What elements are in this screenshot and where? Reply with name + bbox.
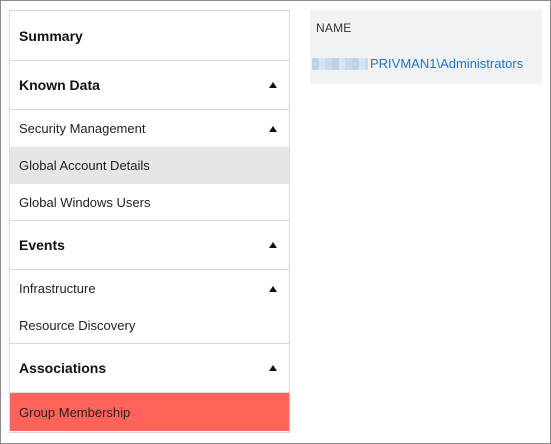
sidebar-item-label: Infrastructure (19, 281, 96, 296)
section-header-associations[interactable]: Associations (10, 344, 289, 393)
results-panel: NAME PRIVMAN1\Administrators (310, 10, 542, 84)
sidebar-item-group-membership[interactable]: Group Membership (10, 393, 289, 431)
sidebar-item-label: Resource Discovery (19, 317, 136, 333)
result-name: PRIVMAN1\Administrators (370, 56, 524, 71)
caret-up-icon[interactable] (269, 285, 277, 292)
section-label: Known Data (19, 77, 100, 93)
sidebar-item-infrastructure[interactable]: Infrastructure (10, 270, 289, 307)
sidebar-item-global-account-details[interactable]: Global Account Details (10, 147, 289, 184)
section-label: Events (19, 237, 65, 253)
sidebar-item-label: Group Membership (19, 404, 131, 420)
caret-up-icon[interactable] (269, 125, 277, 132)
section-header-known-data[interactable]: Known Data (10, 61, 289, 110)
section-label: Associations (19, 360, 107, 376)
sidebar-item-global-windows-users[interactable]: Global Windows Users (10, 184, 289, 221)
sidebar-item-resource-discovery[interactable]: Resource Discovery (10, 307, 289, 344)
sidebar-item-label: Global Windows Users (19, 194, 151, 210)
column-header-name[interactable]: NAME (316, 21, 351, 35)
caret-up-icon[interactable] (269, 365, 277, 371)
sidebar-summary[interactable]: Summary (10, 11, 289, 61)
summary-label: Summary (19, 27, 83, 44)
caret-up-icon[interactable] (269, 242, 277, 248)
window-frame: Summary Known Data Security Management G… (0, 0, 551, 444)
redacted-text (312, 57, 368, 70)
caret-up-icon[interactable] (269, 82, 277, 88)
sidebar-nav: Summary Known Data Security Management G… (9, 10, 290, 433)
sidebar-item-label: Global Account Details (19, 158, 150, 173)
sidebar-item-security-management[interactable]: Security Management (10, 110, 289, 147)
section-header-events[interactable]: Events (10, 221, 289, 270)
result-link[interactable]: PRIVMAN1\Administrators (312, 56, 523, 71)
sidebar-item-label: Security Management (19, 121, 146, 136)
